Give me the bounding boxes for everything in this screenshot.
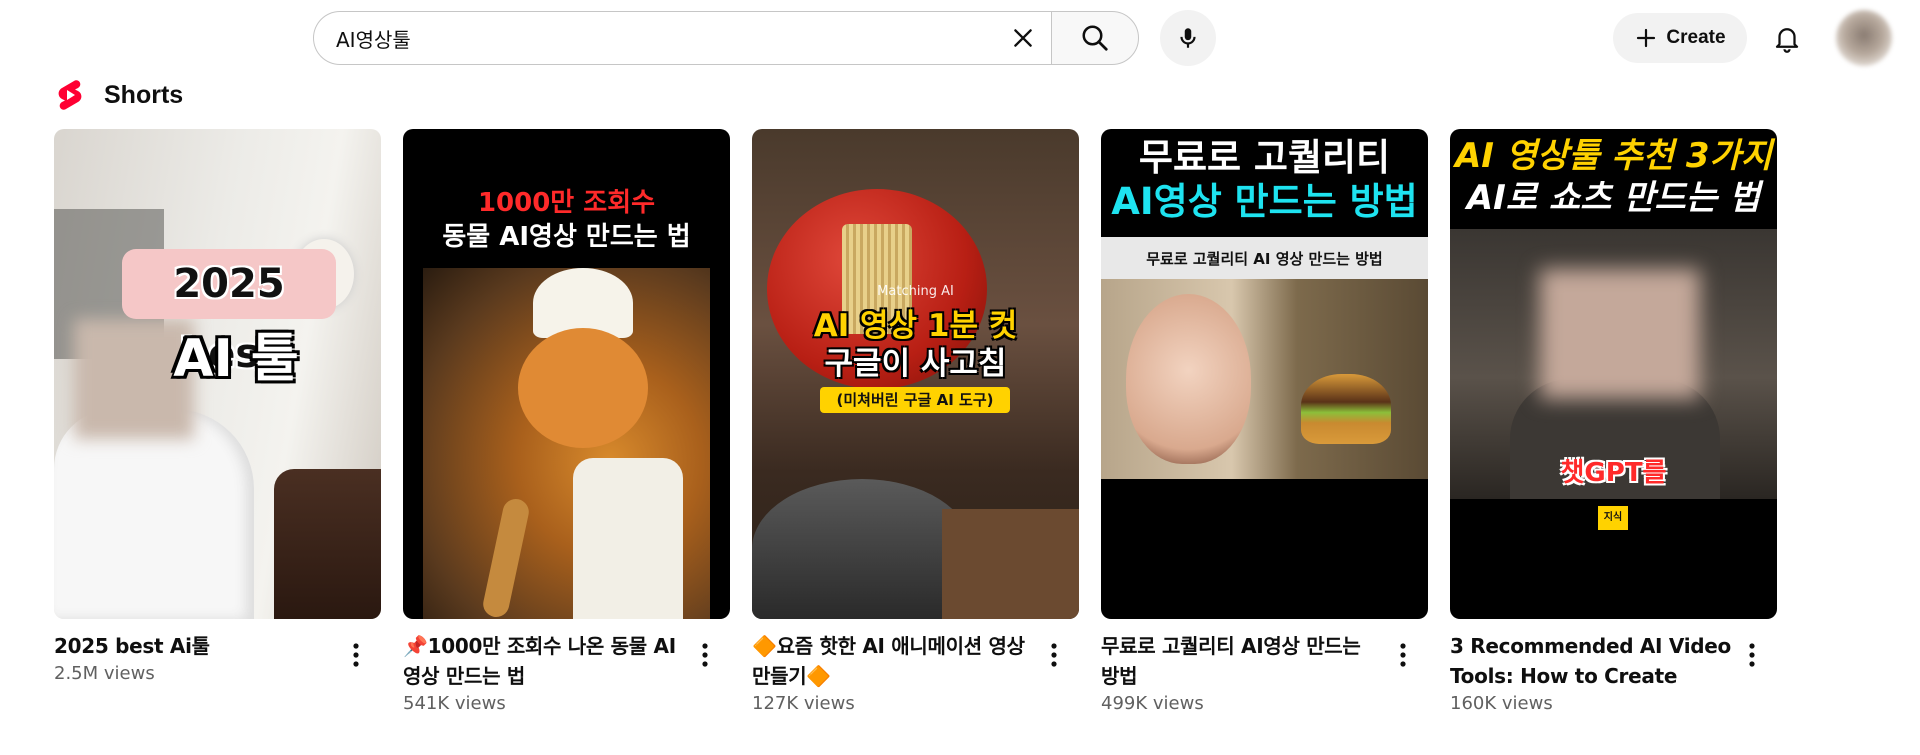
cooking-pot (752, 479, 972, 619)
more-vert-icon (1051, 643, 1057, 667)
ai-face (1126, 294, 1251, 464)
more-actions-button[interactable] (341, 635, 371, 675)
short-card[interactable]: AI 영상툴 추천 3가지 AI로 쇼츠 만드는 법 챗GPT를 지식 3 Re… (1450, 129, 1777, 714)
thumbnail-watermark: Matching AI (877, 284, 954, 299)
bell-icon (1775, 28, 1799, 53)
more-vert-icon (702, 643, 708, 667)
view-count: 2.5M views (54, 663, 155, 684)
search-box (313, 11, 1052, 65)
more-vert-icon (353, 643, 359, 667)
video-title[interactable]: 무료로 고퀄리티 AI영상 만드는 방법 (1101, 631, 1382, 691)
blurred-face (1540, 269, 1700, 399)
short-thumbnail[interactable]: 무료로 고퀄리티 AI영상 만드는 방법 무료로 고퀄리티 AI 영상 만드는 … (1101, 129, 1428, 619)
plus-icon (1637, 28, 1656, 48)
short-card[interactable]: Matching AI AI 영상 1분 컷 구글이 사고침 (미쳐버린 구글 … (752, 129, 1079, 714)
cat-head (518, 328, 648, 448)
wooden-table (942, 509, 1079, 619)
thumbnail-caption: AI 영상 1분 컷 (813, 308, 1018, 344)
search-input[interactable] (314, 12, 994, 64)
section-title: Shorts (104, 80, 184, 109)
short-card[interactable]: 2025 best AI 툴 2025 best Ai툴 2.5M views (54, 129, 381, 684)
thumbnail-caption: AI 툴 (173, 329, 299, 389)
giant-burger (1301, 374, 1391, 444)
view-count: 127K views (752, 693, 855, 714)
video-title[interactable]: 🔶요즘 핫한 AI 애니메이션 영상 만들기🔶 (752, 631, 1033, 691)
ai-image-panel (1101, 279, 1428, 479)
thumbnail-caption: 챗GPT를 (1560, 458, 1667, 488)
thumbnail-caption: AI영상 만드는 방법 (1111, 180, 1418, 223)
person-shirt (54, 409, 254, 619)
thumbnail-caption: 구글이 사고침 (824, 346, 1007, 382)
apron (573, 458, 683, 619)
leather-chair (274, 469, 381, 619)
search-icon (1082, 25, 1108, 51)
thumbnail-caption: AI로 쇼츠 만드는 법 (1466, 178, 1761, 218)
short-card[interactable]: 무료로 고퀄리티 AI영상 만드는 방법 무료로 고퀄리티 AI 영상 만드는 … (1101, 129, 1428, 714)
short-thumbnail[interactable]: AI 영상툴 추천 3가지 AI로 쇼츠 만드는 법 챗GPT를 지식 (1450, 129, 1777, 619)
channel-badge: 지식 (1598, 506, 1628, 530)
short-thumbnail[interactable]: Matching AI AI 영상 1분 컷 구글이 사고침 (미쳐버린 구글 … (752, 129, 1079, 619)
more-actions-button[interactable] (690, 635, 720, 675)
more-actions-button[interactable] (1039, 635, 1069, 675)
thumbnail-caption: AI 영상툴 추천 3가지 (1454, 136, 1773, 176)
view-count: 160K views (1450, 693, 1553, 714)
video-title[interactable]: 3 Recommended AI Video Tools: How to Cre… (1450, 631, 1731, 691)
search-button[interactable] (1051, 11, 1139, 65)
view-count: 541K views (403, 693, 506, 714)
video-title[interactable]: 2025 best Ai툴 (54, 631, 335, 661)
clear-search-button[interactable] (994, 11, 1052, 65)
create-label: Create (1666, 27, 1726, 48)
thumbnail-caption: (미쳐버린 구글 AI 도구) (820, 387, 1010, 413)
short-thumbnail[interactable]: 1000만 조회수 동물 AI영상 만드는 법 (403, 129, 730, 619)
more-vert-icon (1749, 643, 1755, 667)
view-count: 499K views (1101, 693, 1204, 714)
more-actions-button[interactable] (1737, 635, 1767, 675)
close-icon (1014, 29, 1032, 47)
more-vert-icon (1400, 643, 1406, 667)
notifications-button[interactable] (1762, 13, 1812, 63)
thumbnail-caption: 무료로 고퀄리티 AI 영상 만드는 방법 (1146, 250, 1383, 268)
shorts-section-header: Shorts (56, 78, 183, 112)
shorts-logo-icon (58, 80, 82, 110)
video-title[interactable]: 📌1000만 조회수 나온 동물 AI 영상 만드는 법 (403, 631, 684, 691)
cat-chef-image (423, 268, 710, 619)
top-bar: Create (0, 0, 1920, 76)
thumbnail-caption: 무료로 고퀄리티 (1138, 136, 1391, 179)
avatar[interactable] (1836, 10, 1892, 66)
thumbnail-caption: 2025 best (122, 249, 336, 377)
wooden-spoon (480, 496, 532, 619)
more-actions-button[interactable] (1388, 635, 1418, 675)
thumbnail-caption: 동물 AI영상 만드는 법 (442, 222, 691, 252)
short-card[interactable]: 1000만 조회수 동물 AI영상 만드는 법 📌1000만 조회수 나온 동물… (403, 129, 730, 714)
voice-search-button[interactable] (1160, 10, 1216, 66)
create-button[interactable]: Create (1613, 13, 1747, 63)
mic-icon (1180, 28, 1196, 48)
short-thumbnail[interactable]: 2025 best AI 툴 (54, 129, 381, 619)
thumbnail-caption: 1000만 조회수 (477, 188, 656, 218)
